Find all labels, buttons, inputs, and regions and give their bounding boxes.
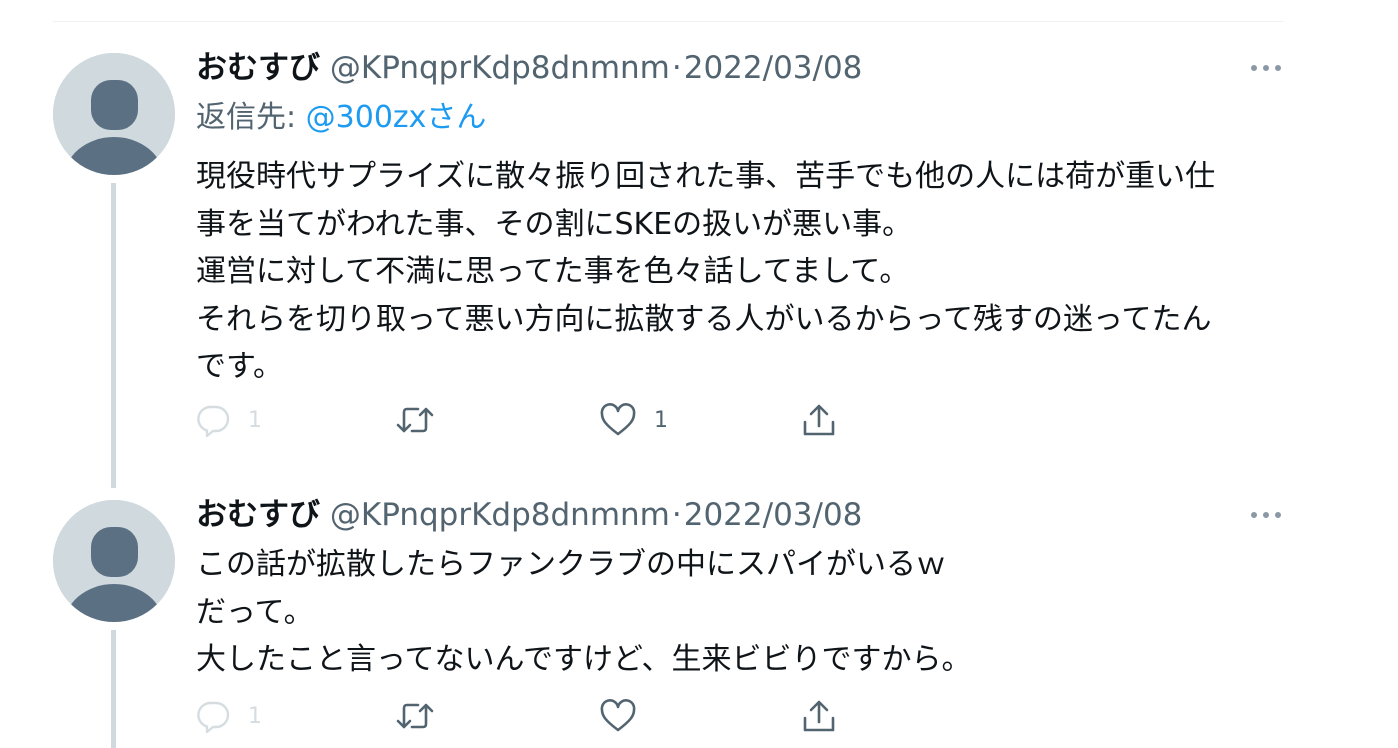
- reply-button[interactable]: 1: [196, 696, 262, 736]
- reply-icon: [197, 405, 230, 437]
- retweet-button[interactable]: [396, 696, 434, 736]
- reply-count: 1: [248, 703, 262, 729]
- reply-to-label: 返信先: @300zxさん: [196, 98, 486, 138]
- retweet-icon: [396, 407, 434, 433]
- default-avatar-icon: [53, 500, 175, 622]
- tweet-date[interactable]: 2022/03/08: [684, 497, 863, 533]
- handle[interactable]: @KPnqprKdp8dnmnm: [330, 497, 670, 533]
- retweet-icon: [396, 703, 434, 729]
- retweet-button[interactable]: [396, 400, 434, 440]
- tweet-text-line: この話が拡散したらファンクラブの中にスパイがいるｗ: [196, 547, 946, 582]
- reply-button[interactable]: 1: [196, 400, 262, 440]
- share-button[interactable]: [801, 400, 837, 440]
- tweet-text-line: です。: [196, 349, 283, 384]
- thread-line: [111, 183, 116, 488]
- share-icon: [803, 700, 835, 732]
- reply-icon: [197, 701, 230, 733]
- like-count: 1: [654, 407, 668, 433]
- reply-to-suffix: さん: [426, 100, 487, 135]
- avatar[interactable]: [53, 53, 175, 175]
- more-horizontal-icon: [1251, 65, 1281, 71]
- handle[interactable]: @KPnqprKdp8dnmnm: [330, 50, 670, 86]
- more-horizontal-icon: [1251, 512, 1281, 518]
- top-divider: [53, 21, 1284, 22]
- reply-to-prefix: 返信先:: [196, 100, 306, 135]
- share-button[interactable]: [801, 696, 837, 736]
- reply-count: 1: [248, 407, 262, 433]
- more-button[interactable]: [1248, 505, 1284, 525]
- tweet-header: おむすび @KPnqprKdp8dnmnm·2022/03/08: [196, 48, 862, 88]
- display-name[interactable]: おむすび: [196, 50, 320, 86]
- tweet-text-line: 現役時代サプライズに散々振り回された事、苦手でも他の人には荷が重い仕: [196, 159, 1216, 194]
- tweet-text-line: それらを切り取って悪い方向に拡散する人がいるからって残すの迷ってたん: [196, 301, 1212, 337]
- like-button[interactable]: [600, 696, 636, 736]
- reply-to-mention-link[interactable]: @300zx: [306, 100, 427, 135]
- tweet-text-line: 運営に対して不満に思ってた事を色々話してまして。: [196, 254, 910, 289]
- tweet-text-line: 事を当てがわれた事、その割にSKEの扱いが悪い事。: [196, 206, 913, 242]
- tweet-text: 現役時代サプライズに散々振り回された事、苦手でも他の人には荷が重い仕 事を当てが…: [196, 153, 1296, 391]
- avatar[interactable]: [53, 500, 175, 622]
- separator-dot: ·: [671, 497, 682, 533]
- share-icon: [803, 404, 835, 436]
- tweet-text-line: だって。: [196, 594, 314, 630]
- thread-line: [111, 630, 116, 748]
- default-avatar-icon: [53, 53, 175, 175]
- like-button[interactable]: 1: [600, 400, 668, 440]
- heart-icon: [600, 403, 636, 436]
- separator-dot: ·: [671, 50, 682, 86]
- tweet-text: この話が拡散したらファンクラブの中にスパイがいるｗ だって。 大したこと言ってな…: [196, 541, 1296, 684]
- tweet-text-line: 大したこと言ってないんですけど、生来ビビりですから。: [196, 642, 972, 677]
- tweet-date[interactable]: 2022/03/08: [684, 50, 863, 86]
- heart-icon: [600, 699, 636, 732]
- display-name[interactable]: おむすび: [196, 497, 320, 533]
- tweet-header: おむすび @KPnqprKdp8dnmnm·2022/03/08: [196, 495, 862, 535]
- more-button[interactable]: [1248, 58, 1284, 78]
